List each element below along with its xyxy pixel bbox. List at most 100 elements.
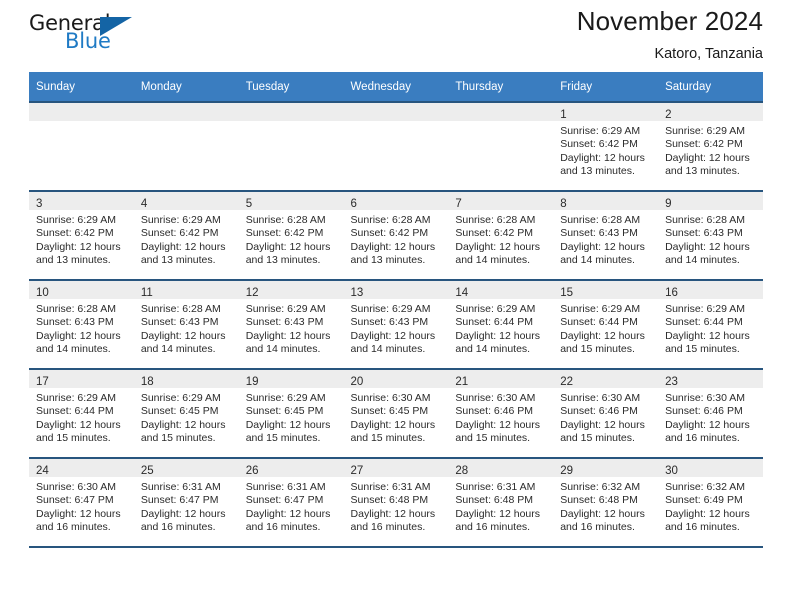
calendar-day-cell[interactable]: 29 Sunrise: 6:32 AM Sunset: 6:48 PM Dayligh… <box>553 457 659 546</box>
day-number-band: 15 <box>553 281 659 299</box>
day-cell-empty <box>448 101 554 190</box>
daylight-text-line1: Daylight: 12 hours <box>350 507 436 520</box>
daylight-text-line2: and 15 minutes. <box>350 431 426 444</box>
calendar-day-cell[interactable]: 19 Sunrise: 6:29 AM Sunset: 6:45 PM Dayligh… <box>238 368 344 457</box>
calendar-day-cell[interactable]: 13 Sunrise: 6:29 AM Sunset: 6:43 PM Dayligh… <box>343 279 449 368</box>
day-cell-inner: 28 Sunrise: 6:31 AM Sunset: 6:48 PM Dayligh… <box>448 457 554 546</box>
daylight-text-line2: and 15 minutes. <box>36 431 111 444</box>
day-number: 29 <box>560 465 574 477</box>
sunset-text: Sunset: 6:42 PM <box>245 227 324 240</box>
calendar-day-cell[interactable]: 5 Sunrise: 6:28 AM Sunset: 6:42 PM Daylight… <box>238 190 344 279</box>
calendar-day-cell[interactable]: 1 Sunrise: 6:29 AM Sunset: 6:42 PM Daylight… <box>553 101 659 190</box>
day-number-band: 23 <box>658 370 763 388</box>
brand-logo[interactable]: General Blue <box>29 11 149 57</box>
sunset-text: Sunset: 6:42 PM <box>560 138 638 151</box>
calendar-day-cell[interactable]: 24 Sunrise: 6:30 AM Sunset: 6:47 PM Dayligh… <box>29 457 134 546</box>
calendar-day-cell[interactable]: 6 Sunrise: 6:28 AM Sunset: 6:42 PM Daylight… <box>343 190 449 279</box>
calendar-day-cell[interactable]: 2 Sunrise: 6:29 AM Sunset: 6:42 PM Daylight… <box>658 101 763 190</box>
calendar-day-cell[interactable]: 12 Sunrise: 6:29 AM Sunset: 6:43 PM Dayligh… <box>238 279 344 368</box>
sunset-text: Sunset: 6:42 PM <box>455 227 534 240</box>
daylight-text-line1: Daylight: 12 hours <box>665 507 750 520</box>
calendar-day-cell[interactable] <box>448 101 554 190</box>
day-number-band <box>238 103 344 121</box>
sunrise-text: Sunrise: 6:31 AM <box>350 481 431 493</box>
weekday-header-wednesday: Wednesday <box>343 72 449 101</box>
daylight-text-line1: Daylight: 12 hours <box>245 418 331 431</box>
day-number-band: 2 <box>658 103 763 121</box>
day-number-band: 4 <box>133 192 239 210</box>
calendar-day-cell[interactable]: 27 Sunrise: 6:31 AM Sunset: 6:48 PM Dayligh… <box>343 457 449 546</box>
sunset-text: Sunset: 6:49 PM <box>665 494 743 507</box>
calendar-day-cell[interactable]: 20 Sunrise: 6:30 AM Sunset: 6:45 PM Dayligh… <box>343 368 449 457</box>
daylight-text-line1: Daylight: 12 hours <box>665 240 750 253</box>
sunrise-text: Sunrise: 6:29 AM <box>36 214 116 226</box>
sunset-text: Sunset: 6:47 PM <box>36 494 114 507</box>
weekday-header-saturday: Saturday <box>658 72 763 101</box>
day-number-band: 1 <box>553 103 659 121</box>
day-number: 2 <box>665 109 672 121</box>
calendar-day-cell[interactable]: 30 Sunrise: 6:32 AM Sunset: 6:49 PM Dayligh… <box>658 457 763 546</box>
calendar-day-cell[interactable] <box>133 101 239 190</box>
daylight-text-line1: Daylight: 12 hours <box>560 418 645 431</box>
sunrise-text: Sunrise: 6:30 AM <box>665 392 746 404</box>
day-cell-inner: 6 Sunrise: 6:28 AM Sunset: 6:42 PM Daylight… <box>343 190 449 279</box>
calendar-day-cell[interactable]: 9 Sunrise: 6:28 AM Sunset: 6:43 PM Daylight… <box>658 190 763 279</box>
calendar-day-cell[interactable]: 10 Sunrise: 6:28 AM Sunset: 6:43 PM Dayligh… <box>29 279 134 368</box>
calendar-day-cell[interactable]: 28 Sunrise: 6:31 AM Sunset: 6:48 PM Dayligh… <box>448 457 554 546</box>
calendar-day-cell[interactable]: 8 Sunrise: 6:28 AM Sunset: 6:43 PM Daylight… <box>553 190 659 279</box>
sunrise-text: Sunrise: 6:29 AM <box>36 392 116 404</box>
daylight-text-line2: and 14 minutes. <box>350 342 426 355</box>
day-number-band: 20 <box>343 370 449 388</box>
calendar-day-cell[interactable]: 25 Sunrise: 6:31 AM Sunset: 6:47 PM Dayligh… <box>133 457 239 546</box>
day-number: 21 <box>455 376 469 388</box>
sunrise-text: Sunrise: 6:30 AM <box>455 392 536 404</box>
day-cell-inner: 11 Sunrise: 6:28 AM Sunset: 6:43 PM Dayligh… <box>133 279 239 368</box>
calendar-day-cell[interactable]: 11 Sunrise: 6:28 AM Sunset: 6:43 PM Dayligh… <box>133 279 239 368</box>
day-cell-inner: 7 Sunrise: 6:28 AM Sunset: 6:42 PM Daylight… <box>448 190 554 279</box>
sunset-text: Sunset: 6:48 PM <box>455 494 534 507</box>
daylight-text-line2: and 13 minutes. <box>36 253 111 266</box>
calendar-day-cell[interactable]: 4 Sunrise: 6:29 AM Sunset: 6:42 PM Daylight… <box>133 190 239 279</box>
calendar-day-cell[interactable]: 15 Sunrise: 6:29 AM Sunset: 6:44 PM Dayligh… <box>553 279 659 368</box>
calendar-day-cell[interactable]: 21 Sunrise: 6:30 AM Sunset: 6:46 PM Dayligh… <box>448 368 554 457</box>
day-cell-details: Sunrise: 6:28 AM Sunset: 6:43 PM Daylight:… <box>29 299 134 356</box>
daylight-text-line1: Daylight: 12 hours <box>350 329 436 342</box>
daylight-text-line2: and 16 minutes. <box>665 520 740 533</box>
calendar-day-cell[interactable]: 22 Sunrise: 6:30 AM Sunset: 6:46 PM Dayligh… <box>553 368 659 457</box>
day-cell-empty <box>133 101 239 190</box>
sunrise-text: Sunrise: 6:31 AM <box>455 481 536 493</box>
calendar-day-cell[interactable]: 17 Sunrise: 6:29 AM Sunset: 6:44 PM Dayligh… <box>29 368 134 457</box>
day-number: 3 <box>36 198 43 210</box>
day-cell-details: Sunrise: 6:30 AM Sunset: 6:46 PM Daylight:… <box>658 388 763 445</box>
calendar-day-cell[interactable]: 7 Sunrise: 6:28 AM Sunset: 6:42 PM Daylight… <box>448 190 554 279</box>
day-cell-inner: 30 Sunrise: 6:32 AM Sunset: 6:49 PM Dayligh… <box>658 457 763 546</box>
calendar-day-cell[interactable] <box>238 101 344 190</box>
weekday-header-row: Sunday Monday Tuesday Wednesday Thursday… <box>29 72 763 101</box>
day-cell-details: Sunrise: 6:31 AM Sunset: 6:48 PM Daylight:… <box>448 477 553 534</box>
calendar-day-cell[interactable] <box>29 101 134 190</box>
daylight-text-line2: and 16 minutes. <box>245 520 321 533</box>
day-number: 18 <box>140 376 154 388</box>
calendar-day-cell[interactable]: 18 Sunrise: 6:29 AM Sunset: 6:45 PM Dayligh… <box>133 368 239 457</box>
sunset-text: Sunset: 6:48 PM <box>560 494 638 507</box>
daylight-text-line2: and 13 minutes. <box>245 253 321 266</box>
calendar-day-cell[interactable]: 14 Sunrise: 6:29 AM Sunset: 6:44 PM Dayligh… <box>448 279 554 368</box>
daylight-text-line1: Daylight: 12 hours <box>245 240 331 253</box>
calendar-week-row: 1 Sunrise: 6:29 AM Sunset: 6:42 PM Daylight… <box>29 101 763 190</box>
calendar-day-cell[interactable] <box>343 101 449 190</box>
weekday-header-tuesday: Tuesday <box>238 72 344 101</box>
day-cell-inner: 9 Sunrise: 6:28 AM Sunset: 6:43 PM Daylight… <box>658 190 763 279</box>
calendar-week-row: 3 Sunrise: 6:29 AM Sunset: 6:42 PM Daylight… <box>29 190 763 279</box>
day-number: 16 <box>665 287 678 299</box>
day-cell-inner: 19 Sunrise: 6:29 AM Sunset: 6:45 PM Dayligh… <box>238 368 344 457</box>
day-cell-inner: 29 Sunrise: 6:32 AM Sunset: 6:48 PM Dayligh… <box>553 457 659 546</box>
day-cell-inner: 27 Sunrise: 6:31 AM Sunset: 6:48 PM Dayligh… <box>343 457 449 546</box>
calendar-day-cell[interactable]: 23 Sunrise: 6:30 AM Sunset: 6:46 PM Dayligh… <box>658 368 763 457</box>
calendar-day-cell[interactable]: 26 Sunrise: 6:31 AM Sunset: 6:47 PM Dayligh… <box>238 457 344 546</box>
day-cell-empty <box>343 101 449 190</box>
sunrise-text: Sunrise: 6:28 AM <box>350 214 431 226</box>
calendar-day-cell[interactable]: 16 Sunrise: 6:29 AM Sunset: 6:44 PM Dayligh… <box>658 279 763 368</box>
calendar-day-cell[interactable]: 3 Sunrise: 6:29 AM Sunset: 6:42 PM Daylight… <box>29 190 134 279</box>
calendar-week-row: 10 Sunrise: 6:28 AM Sunset: 6:43 PM Dayligh… <box>29 279 763 368</box>
sunrise-text: Sunrise: 6:28 AM <box>36 303 116 315</box>
